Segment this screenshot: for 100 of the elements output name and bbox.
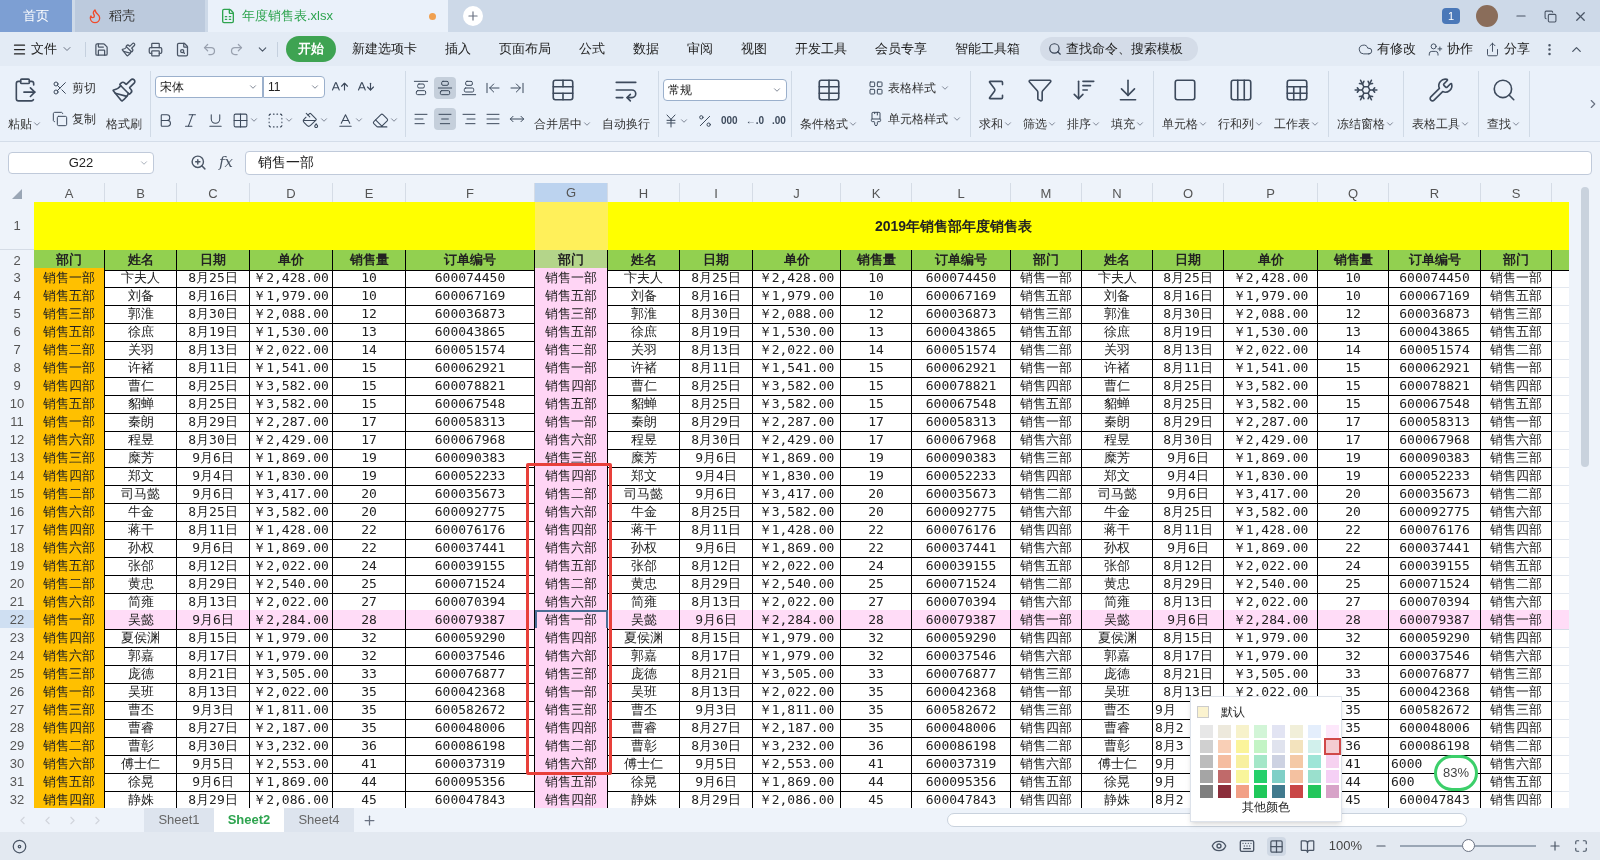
row-number[interactable]: 22 <box>0 610 34 630</box>
toolbar-action[interactable]: 有修改 <box>1358 39 1416 59</box>
menu-tab[interactable]: 开发工具 <box>783 36 859 62</box>
ribbon-button[interactable]: 行和列 <box>1214 72 1268 135</box>
ribbon-button[interactable]: 求和 <box>975 72 1017 135</box>
row-number[interactable]: 2 <box>0 250 34 271</box>
row-number[interactable]: 31 <box>0 772 34 792</box>
zoom-level[interactable]: 100% <box>1328 836 1362 856</box>
row-number[interactable]: 27 <box>0 700 34 720</box>
ribbon-button[interactable]: 条件格式 <box>796 72 862 135</box>
row-number[interactable]: 7 <box>0 340 34 360</box>
align-button[interactable] <box>434 77 456 99</box>
row-number[interactable]: 10 <box>0 394 34 414</box>
ribbon-button[interactable]: 剪切 <box>48 77 100 99</box>
row-number[interactable]: 11 <box>0 412 34 432</box>
number-format-button[interactable] <box>663 112 689 129</box>
ribbon-button[interactable]: 自动换行 <box>598 72 654 135</box>
row-number[interactable]: 17 <box>0 520 34 540</box>
view-mode-button[interactable] <box>1266 836 1286 856</box>
row-number[interactable]: 19 <box>0 556 34 576</box>
row-number[interactable]: 1 <box>0 202 34 250</box>
ribbon-button[interactable]: 复制 <box>48 108 100 130</box>
row-number[interactable]: 23 <box>0 628 34 648</box>
menu-tab[interactable]: 视图 <box>729 36 779 62</box>
add-sheet-icon[interactable] <box>362 812 377 828</box>
format-icon[interactable] <box>121 41 136 57</box>
row-number[interactable]: 24 <box>0 646 34 666</box>
sheet-tab[interactable]: Sheet4 <box>284 808 354 832</box>
number-format-dropdown[interactable]: 常规 <box>663 78 787 101</box>
ribbon-button[interactable]: 工作表 <box>1270 72 1324 135</box>
print-icon[interactable] <box>148 41 163 57</box>
toolbar-action[interactable]: 分享 <box>1485 39 1530 59</box>
ribbon-button[interactable]: 冻结窗格 <box>1333 72 1399 135</box>
row-number[interactable]: 30 <box>0 754 34 774</box>
menu-tab[interactable]: 公式 <box>567 36 617 62</box>
menu-tab[interactable]: 新建选项卡 <box>340 36 429 62</box>
print-preview-icon[interactable] <box>175 41 190 57</box>
row-number[interactable]: 26 <box>0 682 34 702</box>
number-format-button[interactable]: .00 <box>772 115 786 126</box>
row-number[interactable]: 3 <box>0 268 34 288</box>
sheet-tab[interactable]: Sheet1 <box>144 808 214 832</box>
row-number[interactable]: 12 <box>0 430 34 450</box>
row-number[interactable]: 18 <box>0 538 34 558</box>
row-number[interactable]: 32 <box>0 790 34 810</box>
menu-tab[interactable]: 智能工具箱 <box>943 36 1032 62</box>
menu-tab[interactable]: 审阅 <box>675 36 725 62</box>
row-number[interactable]: 25 <box>0 664 34 684</box>
document-tab[interactable]: 稻壳 <box>75 0 205 32</box>
row-number[interactable]: 21 <box>0 592 34 612</box>
command-search-field[interactable]: 查找命令、搜索模板 <box>1040 37 1198 61</box>
ribbon-button[interactable]: 合并居中 <box>530 72 596 135</box>
ribbon-button[interactable]: 筛选 <box>1019 72 1061 135</box>
number-format-button[interactable]: ←.0 <box>745 115 765 126</box>
column-header[interactable]: G <box>535 183 608 205</box>
input-method-icon[interactable] <box>1238 838 1255 854</box>
avatar-icon[interactable] <box>1476 5 1498 27</box>
ribbon-button[interactable]: 表格样式 <box>864 77 966 99</box>
function-button[interactable]: fx <box>219 151 233 174</box>
menu-tab[interactable]: 数据 <box>621 36 671 62</box>
name-box[interactable]: G22 <box>8 151 154 174</box>
row-number[interactable]: 13 <box>0 448 34 468</box>
ribbon-button[interactable]: 单元格样式 <box>864 108 966 130</box>
menu-tab[interactable]: 页面布局 <box>487 36 563 62</box>
ribbon-button[interactable]: 填充 <box>1107 72 1149 135</box>
menu-tab[interactable]: 会员专享 <box>863 36 939 62</box>
macro-record-icon[interactable] <box>12 838 27 854</box>
row-number[interactable]: 16 <box>0 502 34 522</box>
zoom-icon[interactable] <box>190 154 207 171</box>
default-color-label[interactable]: 默认 <box>1221 703 1245 721</box>
ribbon-button[interactable]: 查找 <box>1483 72 1525 135</box>
row-number[interactable]: 14 <box>0 466 34 486</box>
ribbon-button[interactable]: 单元格 <box>1158 72 1212 135</box>
message-badge[interactable]: 1 <box>1441 7 1460 25</box>
row-number[interactable]: 28 <box>0 718 34 738</box>
restore-icon[interactable] <box>1544 9 1557 23</box>
menu-tab[interactable]: 插入 <box>433 36 483 62</box>
number-format-button[interactable] <box>697 112 713 129</box>
row-number[interactable]: 9 <box>0 376 34 396</box>
ribbon-button[interactable]: 粘贴 <box>4 72 46 135</box>
ribbon-button[interactable]: 排序 <box>1063 72 1105 135</box>
toolbar-action[interactable]: 协作 <box>1428 39 1473 59</box>
row-number[interactable]: 20 <box>0 574 34 594</box>
fullscreen-icon[interactable] <box>1574 839 1588 853</box>
zoom-slider-track[interactable] <box>1400 839 1536 853</box>
default-color-swatch[interactable] <box>1197 706 1209 718</box>
font-size-dropdown[interactable]: 11 <box>263 76 325 99</box>
number-format-button[interactable]: 000 <box>721 115 738 126</box>
ribbon-button[interactable]: 格式刷 <box>102 72 146 135</box>
zoom-slider-thumb[interactable] <box>1462 839 1475 852</box>
row-number[interactable]: 6 <box>0 322 34 342</box>
row-number[interactable]: 4 <box>0 286 34 306</box>
align-button[interactable] <box>434 108 456 130</box>
save-icon[interactable] <box>94 41 109 57</box>
row-number[interactable]: 29 <box>0 736 34 756</box>
row-number[interactable]: 8 <box>0 358 34 378</box>
font-name-dropdown[interactable]: 宋体 <box>155 76 263 99</box>
zoom-in-icon[interactable] <box>1548 839 1562 853</box>
row-number[interactable]: 15 <box>0 484 34 504</box>
eye-icon[interactable] <box>1210 838 1227 854</box>
row-number[interactable]: 5 <box>0 304 34 324</box>
